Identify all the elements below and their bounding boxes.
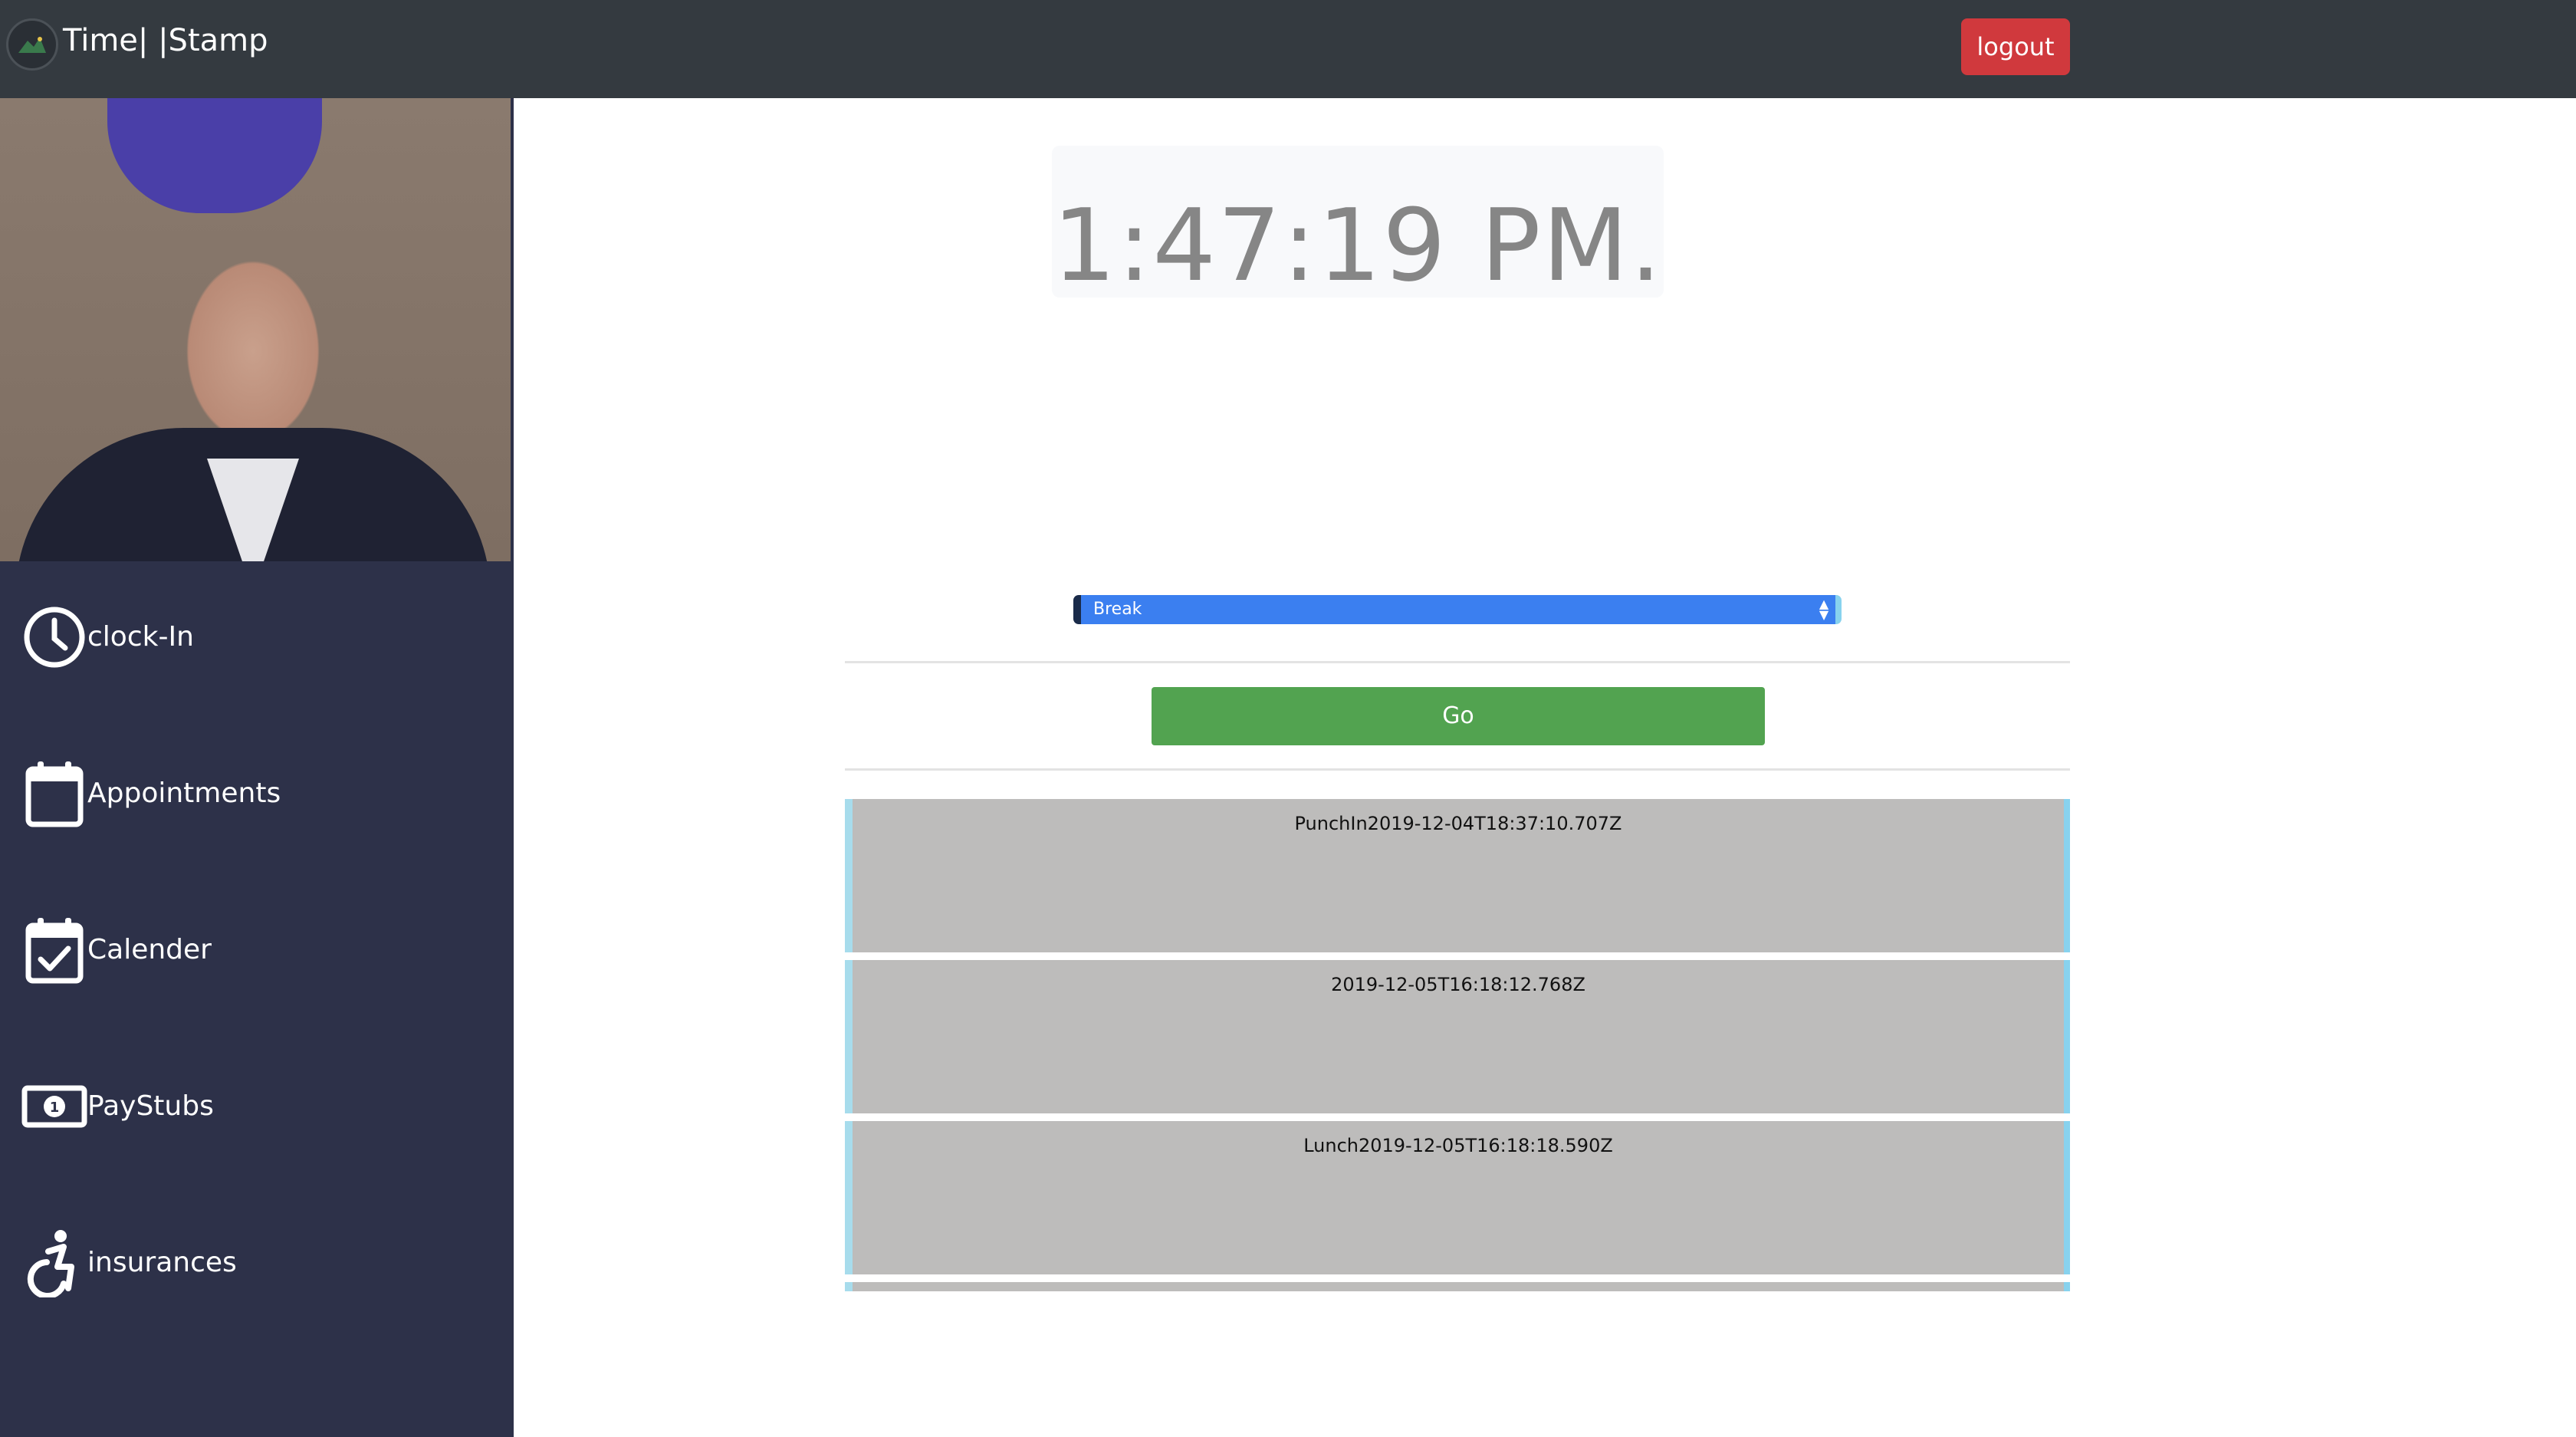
photo-bandana <box>107 98 322 213</box>
sidebar-item-insurances[interactable]: insurances <box>21 1228 497 1297</box>
punch-entry-text: PunchIn2019-12-04T18:37:10.707Z <box>1294 813 1622 834</box>
clock-display: 1:47:19 PM. <box>1052 187 1664 304</box>
app-root: Time| |Stamp logout clock-In Appointment… <box>0 0 2576 1437</box>
go-button[interactable]: Go <box>1152 687 1765 745</box>
select-arrows-icon: ▲ ▼ <box>1819 597 1829 622</box>
calendar-icon <box>21 761 87 827</box>
sidebar-item-clock-in[interactable]: clock-In <box>21 603 497 672</box>
sidebar-item-label: Calender <box>87 934 212 965</box>
accessibility-icon <box>21 1230 87 1297</box>
punch-list-item: 2019-12-05T16:18:12.768Z <box>845 960 2070 1113</box>
top-navbar: Time| |Stamp logout <box>0 0 2576 98</box>
sidebar-item-label: clock-In <box>87 621 194 653</box>
sidebar: clock-In Appointments Calender 1 PayStub… <box>0 98 514 1437</box>
brand-name[interactable]: Time| |Stamp <box>63 20 268 61</box>
punch-list-item-partial <box>845 1282 2070 1291</box>
sidebar-item-label: insurances <box>87 1247 237 1278</box>
sidebar-item-label: PayStubs <box>87 1090 214 1122</box>
punch-type-select[interactable]: Break ▲ ▼ <box>1073 595 1842 624</box>
divider <box>845 768 2070 771</box>
svg-text:1: 1 <box>50 1100 60 1116</box>
punch-entry-text: Lunch2019-12-05T16:18:18.590Z <box>1303 1135 1613 1156</box>
punch-list-item: Lunch2019-12-05T16:18:18.590Z <box>845 1121 2070 1274</box>
sidebar-item-paystubs[interactable]: 1 PayStubs <box>21 1072 497 1141</box>
punch-type-selected-value: Break <box>1093 600 1142 619</box>
calendar-check-icon <box>21 917 87 984</box>
logo-icon <box>18 37 46 53</box>
punch-list-item: PunchIn2019-12-04T18:37:10.707Z <box>845 799 2070 952</box>
sidebar-item-calender[interactable]: Calender <box>21 916 497 985</box>
profile-photo <box>0 98 511 561</box>
divider <box>845 661 2070 663</box>
sidebar-item-label: Appointments <box>87 778 281 809</box>
clock-icon <box>21 604 87 670</box>
punch-entry-text: 2019-12-05T16:18:12.768Z <box>1331 974 1585 995</box>
money-bill-icon: 1 <box>21 1074 87 1139</box>
sidebar-item-appointments[interactable]: Appointments <box>21 759 497 828</box>
brand-logo[interactable] <box>6 18 58 71</box>
logout-button[interactable]: logout <box>1961 18 2070 75</box>
clock-card: 1:47:19 PM. <box>1052 146 1664 304</box>
